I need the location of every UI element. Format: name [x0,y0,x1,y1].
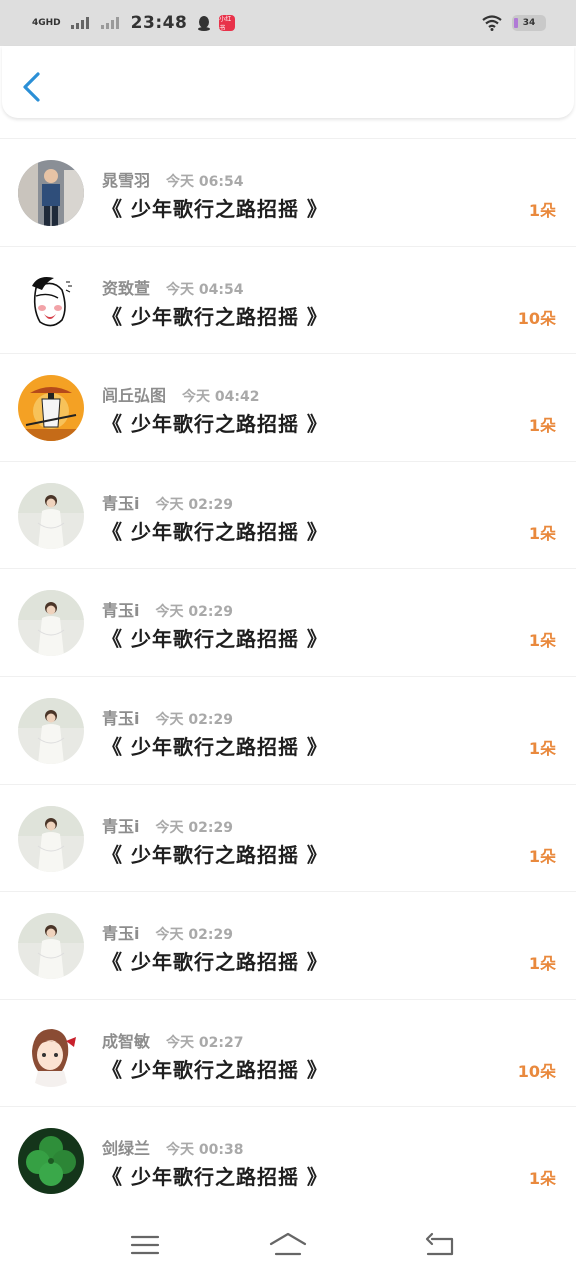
qq-icon [198,16,211,31]
list-item[interactable]: 青玉i 今天 02:29 《 少年歌行之路招摇 》 1朵 [0,460,576,569]
sender-name: 青玉i [102,816,140,836]
book-title: 《 少年歌行之路招摇 》 [102,412,328,437]
gift-record-list: 晁雪羽 今天 06:54 《 少年歌行之路招摇 》 1朵 资致萱 今天 04:54 … [0,138,576,1214]
sender-name: 成智敏 [102,1031,151,1051]
clover-avatar-icon [18,1128,84,1195]
send-time: 今天 02:29 [155,604,233,621]
sender-name: 晁雪羽 [102,171,151,190]
flower-count: 1朵 [528,846,556,866]
send-time: 今天 02:29 [155,927,233,944]
book-title: 《 少年歌行之路招摇 》 [102,1057,328,1082]
send-time: 今天 02:29 [155,819,233,836]
status-bar: 4GHD 23:48 小红书 34 [0,0,576,46]
back-icon[interactable] [422,1230,458,1260]
flower-count: 1朵 [528,631,556,651]
battery-icon: 34 [512,15,546,31]
bride-avatar-icon [18,805,84,872]
signal-icon [70,17,89,29]
send-time: 今天 06:54 [166,174,244,190]
flower-count: 1朵 [528,738,556,758]
sender-name: 青玉i [102,708,140,728]
send-time: 今天 02:29 [155,496,233,513]
book-title: 《 少年歌行之路招摇 》 [102,842,328,867]
book-title: 《 少年歌行之路招摇 》 [102,627,328,652]
sender-name: 青玉i [102,924,140,944]
flower-count: 10朵 [517,308,556,328]
avatar[interactable] [18,482,84,549]
avatar[interactable] [18,805,84,872]
bride-avatar-icon [18,590,84,657]
menu-icon[interactable] [127,1230,163,1260]
flower-count: 1朵 [528,523,556,543]
avatar[interactable] [18,375,84,442]
flower-count: 1朵 [528,1169,556,1189]
home-icon[interactable] [268,1230,308,1260]
avatar[interactable] [18,697,84,764]
book-title: 《 少年歌行之路招摇 》 [102,304,328,329]
flower-count: 1朵 [528,954,556,974]
book-title: 《 少年歌行之路招摇 》 [102,1165,328,1190]
anime-girl-avatar-icon [18,1020,84,1087]
avatar[interactable] [18,590,84,657]
sender-name: 剑绿兰 [102,1139,151,1159]
network-indicator: 4GHD [32,17,61,28]
bride-avatar-icon [18,697,84,764]
list-item[interactable]: 青玉i 今天 02:29 《 少年歌行之路招摇 》 1朵 [0,891,576,999]
samurai-sunset-avatar-icon [18,375,84,442]
flower-count: 1朵 [528,416,556,436]
sender-name: 青玉i [102,601,140,621]
bride-avatar-icon [18,482,84,549]
list-item[interactable]: 青玉i 今天 02:29 《 少年歌行之路招摇 》 1朵 [0,675,576,784]
battery-level: 34 [522,18,536,28]
avatar[interactable] [18,160,84,226]
list-item[interactable]: 青玉i 今天 02:29 《 少年歌行之路招摇 》 1朵 [0,568,576,676]
app-badge-label: 小红书 [219,16,232,32]
sender-name: 资致萱 [102,278,151,298]
book-title: 《 少年歌行之路招摇 》 [102,734,328,759]
flower-count: 1朵 [528,201,556,220]
network-type: 4GHD [32,17,61,28]
book-title: 《 少年歌行之路招摇 》 [102,950,328,975]
list-item[interactable]: 资致萱 今天 04:54 《 少年歌行之路招摇 》 10朵 [0,245,576,354]
clock: 23:48 [130,13,188,33]
wifi-icon [482,15,502,31]
photo-man-avatar-icon [18,160,84,226]
chevron-left-icon[interactable] [18,70,46,104]
sketch-face-avatar-icon [18,267,84,334]
bride-avatar-icon [18,913,84,980]
send-time: 今天 04:42 [182,389,260,406]
book-title: 《 少年歌行之路招摇 》 [102,519,328,544]
send-time: 今天 00:38 [166,1142,244,1159]
avatar[interactable] [18,913,84,980]
list-item[interactable]: 晁雪羽 今天 06:54 《 少年歌行之路招摇 》 1朵 [0,138,576,246]
signal-2-icon [100,17,119,29]
app-header [2,46,574,118]
avatar[interactable] [18,267,84,334]
sender-name: 闾丘弘图 [102,386,167,406]
avatar[interactable] [18,1020,84,1087]
avatar[interactable] [18,1128,84,1195]
send-time: 今天 02:27 [166,1034,244,1051]
app-badge-icon: 小红书 [219,15,236,32]
list-item[interactable]: 闾丘弘图 今天 04:42 《 少年歌行之路招摇 》 1朵 [0,353,576,461]
sender-name: 青玉i [102,493,140,513]
book-title: 《 少年歌行之路招摇 》 [102,197,328,221]
list-item[interactable]: 成智敏 今天 02:27 《 少年歌行之路招摇 》 10朵 [0,998,576,1107]
system-nav-bar [0,1210,576,1280]
flower-count: 10朵 [517,1061,556,1081]
send-time: 今天 04:54 [166,281,244,298]
send-time: 今天 02:29 [155,711,233,728]
list-item[interactable]: 剑绿兰 今天 00:38 《 少年歌行之路招摇 》 1朵 [0,1106,576,1214]
list-item[interactable]: 青玉i 今天 02:29 《 少年歌行之路招摇 》 1朵 [0,783,576,892]
